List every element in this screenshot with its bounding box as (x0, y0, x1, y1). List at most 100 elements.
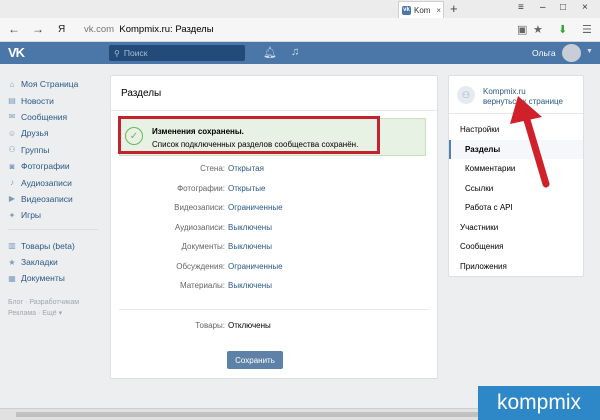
back-button[interactable]: ← (8, 22, 20, 36)
sidebar-item-label: Аудиозаписи (21, 177, 72, 188)
red-arrow-icon (510, 96, 550, 188)
group-avatar-icon[interactable]: ⚇ (457, 86, 475, 104)
search-placeholder: Поиск (123, 48, 148, 58)
close-window-button[interactable]: × (582, 2, 588, 13)
group-name-link[interactable]: Kompmix.ru (483, 87, 526, 96)
chevron-down-icon[interactable]: ▼ (586, 48, 593, 55)
sidebar-item-games[interactable]: ✦ Игры (8, 207, 104, 223)
sidebar-item-documents[interactable]: ▦ Документы (8, 270, 104, 286)
music-icon[interactable]: ♫ (291, 46, 299, 58)
section-row-wall: Стена: Открытая (111, 164, 437, 176)
sidebar-item-label: Моя Страница (21, 79, 79, 90)
sidebar-item-friends[interactable]: ☺ Друзья (8, 125, 104, 141)
photos-icon: ◙ (9, 161, 15, 171)
sidebar-item-goods[interactable]: ▥ Товары (beta) (8, 238, 104, 254)
sidebar-item-messages[interactable]: ✉ Сообщения (8, 109, 104, 125)
user-name[interactable]: Ольга (532, 48, 556, 58)
menu-item-members[interactable]: Участники (449, 218, 583, 238)
row-value-link[interactable]: Ограниченные (228, 262, 283, 271)
footer-line-ads[interactable]: Реклама · Ещё ▾ (8, 308, 104, 319)
documents-icon: ▦ (8, 273, 16, 283)
menu-item-api[interactable]: Работа с API (449, 198, 583, 218)
section-row-goods: Товары: Отключены (111, 321, 437, 333)
vk-logo-icon[interactable]: VK (8, 45, 30, 61)
highlight-frame (118, 116, 380, 154)
sidebar-item-label: Фотографии (21, 161, 70, 172)
url-host: vk.com (84, 24, 115, 35)
vk-favicon-icon: vk (402, 5, 411, 15)
audio-icon: ♪ (10, 178, 14, 188)
tab-close-icon[interactable]: × (436, 6, 441, 15)
row-label: Обсуждения: (176, 261, 225, 271)
menu-icon[interactable]: ☰ (582, 23, 592, 36)
friends-icon: ☺ (7, 128, 17, 138)
row-label: Материалы: (179, 281, 225, 290)
search-icon: ⚲ (114, 48, 120, 58)
home-icon: ⌂ (9, 79, 15, 89)
row-value-link[interactable]: Открытая (228, 164, 264, 173)
row-value-link[interactable]: Открытые (228, 184, 265, 193)
sidebar-item-photos[interactable]: ◙ Фотографии (8, 158, 104, 174)
section-row-video: Видеозаписи: Ограниченные (111, 203, 437, 215)
menu-item-messages[interactable]: Сообщения (449, 237, 583, 257)
sidebar-item-label: Товары (beta) (21, 240, 75, 251)
tab-title: Kom (414, 5, 431, 15)
title-divider (111, 110, 437, 111)
browser-tab[interactable]: vk Kom × (398, 1, 444, 18)
forward-button[interactable]: → (32, 22, 44, 36)
messages-icon: ✉ (8, 112, 16, 122)
search-input[interactable]: ⚲ Поиск (109, 45, 245, 61)
sidebar-item-news[interactable]: ▤ Новости (8, 92, 104, 108)
address-bar: ← → Я vk.com Kompmix.ru: Разделы ▣ ★ ⬇ ☰ (0, 18, 600, 42)
sidebar-item-label: Друзья (21, 128, 49, 139)
sidebar-item-label: Документы (21, 273, 65, 284)
sidebar-divider (8, 228, 98, 230)
browser-menu-icon[interactable]: ≡ (518, 2, 524, 13)
yandex-home-icon[interactable]: Я (58, 24, 65, 35)
sidebar-item-label: Закладки (21, 257, 58, 268)
sidebar-item-audio[interactable]: ♪ Аудиозаписи (8, 174, 104, 190)
section-row-photos: Фотографии: Открытые (111, 184, 437, 196)
section-row-documents: Документы: Выключены (111, 242, 437, 254)
sidebar-item-video[interactable]: ▶ Видеозаписи (8, 191, 104, 207)
scrollbar-thumb[interactable] (16, 412, 496, 417)
row-value-link[interactable]: Выключены (228, 281, 272, 290)
row-value-link[interactable]: Выключены (228, 242, 272, 251)
page-title: Разделы (121, 88, 162, 99)
watermark-logo: kompmix (478, 386, 600, 420)
vk-header: VK ⚲ Поиск 🔔︎ ♫ Ольга ▼ (0, 42, 600, 64)
sidebar-footer-links: Блог · Разработчикам Реклама · Ещё ▾ (8, 297, 104, 319)
page-icon[interactable]: ▣ (517, 23, 527, 36)
sidebar-item-bookmarks[interactable]: ★ Закладки (8, 254, 104, 270)
minimize-button[interactable]: – (540, 2, 546, 13)
row-label: Стена: (200, 164, 225, 173)
download-icon[interactable]: ⬇ (558, 23, 567, 36)
url-field[interactable]: vk.com Kompmix.ru: Разделы (84, 24, 214, 35)
browser-tab-strip: vk Kom × + ≡ – □ × (0, 0, 600, 18)
section-row-audio: Аудиозаписи: Выключены (111, 223, 437, 235)
sidebar-item-label: Видеозаписи (21, 193, 73, 204)
row-label: Фотографии: (177, 183, 225, 193)
sidebar-item-groups[interactable]: ⚇ Группы (8, 142, 104, 158)
row-label: Товары: (195, 321, 225, 330)
sidebar-item-my-page[interactable]: ⌂ Моя Страница (8, 76, 104, 92)
row-value-link[interactable]: Отключены (228, 321, 271, 330)
row-value-link[interactable]: Выключены (228, 223, 272, 232)
goods-divider (119, 309, 429, 310)
star-icon[interactable]: ★ (533, 23, 543, 36)
section-row-discussions: Обсуждения: Ограниченные (111, 262, 437, 274)
save-button[interactable]: Сохранить (227, 351, 283, 369)
news-icon: ▤ (8, 96, 16, 106)
footer-line-blog[interactable]: Блог · Разработчикам (8, 297, 104, 308)
row-value-link[interactable]: Ограниченные (228, 203, 283, 212)
games-icon: ✦ (8, 210, 16, 220)
section-row-materials: Материалы: Выключены (111, 281, 437, 293)
avatar[interactable] (562, 44, 581, 62)
url-title: Kompmix.ru: Разделы (119, 24, 214, 35)
maximize-button[interactable]: □ (560, 2, 566, 13)
row-label: Аудиозаписи: (174, 222, 225, 232)
bell-icon[interactable]: 🔔︎ (263, 46, 277, 59)
sidebar-item-label: Сообщения (21, 111, 68, 122)
new-tab-button[interactable]: + (450, 1, 458, 16)
menu-item-apps[interactable]: Приложения (449, 257, 583, 277)
